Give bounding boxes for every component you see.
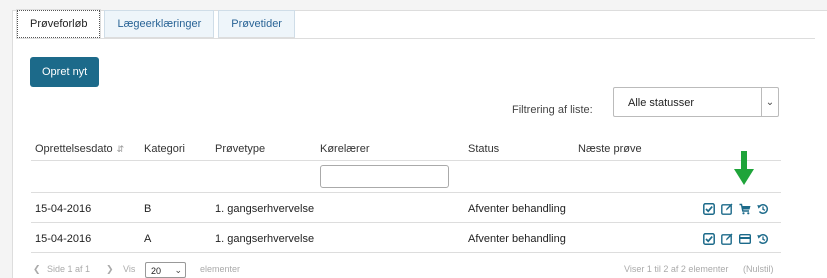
row-actions [703, 203, 775, 215]
create-new-button[interactable]: Opret nyt [30, 57, 100, 87]
tab-proveforlob[interactable]: Prøveforløb [15, 9, 102, 39]
history-icon[interactable] [757, 203, 771, 215]
reset-link[interactable]: (Nulstil) [743, 264, 774, 274]
row-actions [703, 233, 775, 245]
cell-category: B [144, 203, 152, 215]
edit-icon[interactable] [721, 233, 735, 245]
page-size-select[interactable]: 20 ⌄ [145, 262, 186, 278]
filter-row-divider [31, 192, 781, 193]
row-divider [31, 252, 781, 253]
check-square-icon[interactable] [703, 203, 717, 215]
cell-date: 15-04-2016 [35, 233, 92, 245]
cell-status: Afventer behandling [468, 203, 566, 215]
show-label: Vis [123, 264, 136, 274]
cell-status: Afventer behandling [468, 233, 566, 245]
pager-next[interactable]: ❯ [106, 264, 114, 275]
history-icon[interactable] [757, 233, 771, 245]
check-square-icon[interactable] [703, 233, 717, 245]
pager-prev[interactable]: ❮ [33, 264, 41, 275]
page-size-value: 20 [151, 266, 162, 276]
tab-provetider[interactable]: Prøvetider [218, 10, 295, 38]
cart-icon[interactable] [739, 203, 753, 215]
cell-type: 1. gangserhvervelse [215, 233, 315, 245]
tabs-divider [17, 38, 815, 39]
edit-icon[interactable] [721, 203, 735, 215]
instructor-filter-input[interactable] [320, 165, 449, 188]
cell-date: 15-04-2016 [35, 203, 92, 215]
chevron-down-icon: ⌄ [761, 88, 778, 116]
green-arrow-icon [734, 151, 754, 185]
col-header-next-test: Næste prøve [578, 143, 642, 155]
header-divider [31, 160, 781, 161]
tab-laegeerklaeringer[interactable]: Lægeerklæringer [104, 10, 215, 38]
sort-icon: ⇵ [116, 144, 125, 154]
col-header-date[interactable]: Oprettelsesdato ⇵ [35, 143, 124, 155]
cell-type: 1. gangserhvervelse [215, 203, 315, 215]
status-filter-value: Alle statusser [628, 97, 695, 109]
row-divider [31, 222, 781, 223]
col-header-type: Prøvetype [215, 143, 266, 155]
status-filter-select[interactable]: Alle statusser ⌄ [613, 87, 779, 117]
chevron-down-icon: ⌄ [174, 265, 182, 275]
col-header-category: Kategori [144, 143, 185, 155]
col-header-instructor: Kørelærer [320, 143, 370, 155]
filter-label: Filtrering af liste: [512, 104, 593, 116]
col-header-status: Status [468, 143, 500, 155]
page-indicator: Side 1 af 1 [47, 264, 91, 274]
tab-bar: Prøveforløb Lægeerklæringer Prøvetider [15, 9, 299, 39]
elements-label: elementer [200, 264, 241, 274]
cell-category: A [144, 233, 152, 245]
pager-summary: Viser 1 til 2 af 2 elementer [624, 264, 729, 274]
card-icon[interactable] [739, 233, 753, 245]
